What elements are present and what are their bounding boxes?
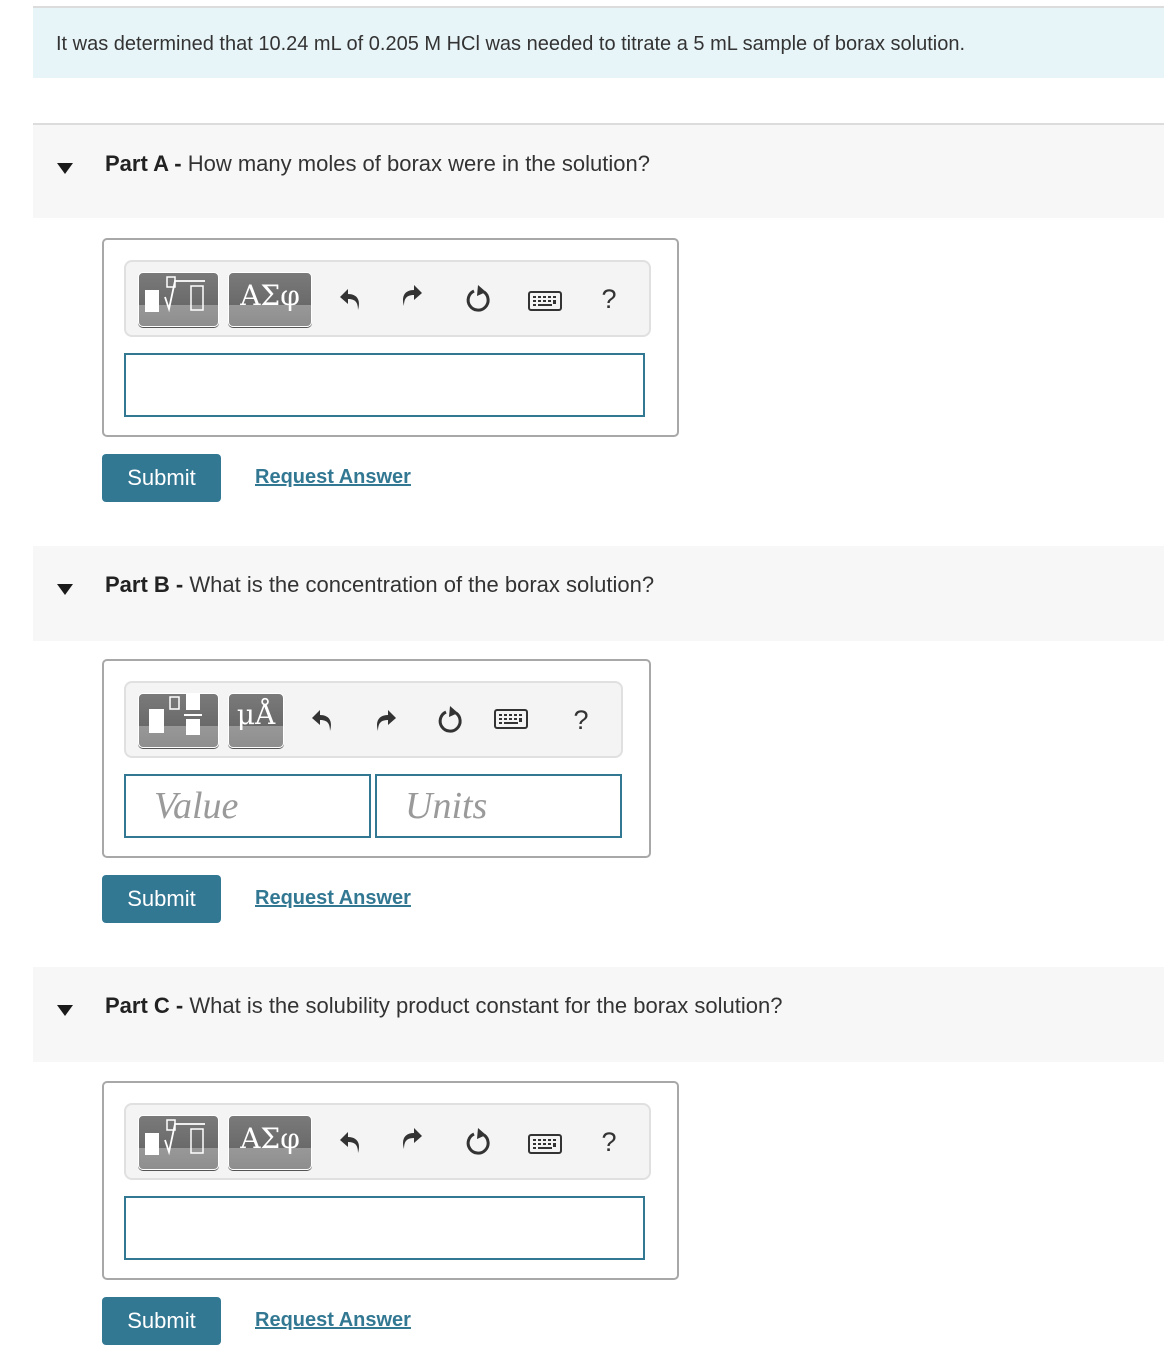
undo-button[interactable] [334,282,368,316]
greek-symbols-button[interactable]: ΑΣφ [228,1115,312,1170]
help-button[interactable]: ? [592,282,626,316]
redo-button[interactable] [368,703,402,737]
submit-button[interactable]: Submit [102,875,221,923]
redo-button[interactable] [394,1121,428,1155]
answer-input[interactable] [124,1196,645,1260]
math-toolbar: ΑΣφ ? [124,260,651,337]
reset-icon [466,1128,490,1155]
redo-icon [403,285,422,306]
undo-button[interactable] [334,1125,368,1159]
undo-icon [312,710,331,731]
part-question: How many moles of borax were in the solu… [181,151,650,176]
part-a-answer-box: ΑΣφ ? [102,238,679,437]
reset-button[interactable] [434,703,468,737]
keyboard-button[interactable] [528,1127,562,1161]
problem-statement: It was determined that 10.24 mL of 0.205… [33,6,1164,78]
greek-symbols-button[interactable]: ΑΣφ [228,272,312,327]
undo-button[interactable] [306,703,340,737]
part-b-header: Part B - What is the concentration of th… [33,546,1164,641]
reset-icon [466,285,490,312]
templates-icon [145,1119,205,1156]
part-label: Part B - [105,572,184,597]
reset-button[interactable] [462,282,496,316]
units-templates-icon [149,694,202,735]
answer-input[interactable] [124,353,645,417]
submit-button[interactable]: Submit [102,454,221,502]
redo-icon [403,1128,422,1149]
math-toolbar: μÅ ? [124,681,623,758]
units-placeholder: Units [405,785,488,827]
units-input[interactable]: Units [375,774,622,838]
undo-icon [340,1132,359,1153]
part-c-title: Part C - What is the solubility product … [105,993,782,1019]
redo-button[interactable] [394,278,428,312]
request-answer-link[interactable]: Request Answer [255,887,411,910]
greek-symbols-label: ΑΣφ [240,279,300,312]
help-button[interactable]: ? [564,703,598,737]
keyboard-icon [528,291,562,311]
part-a-header: Part A - How many moles of borax were in… [33,123,1164,218]
request-answer-link[interactable]: Request Answer [255,1309,411,1332]
reset-button[interactable] [462,1125,496,1159]
undo-icon [340,289,359,310]
units-symbols-label: μÅ [236,698,276,731]
units-symbols-button[interactable]: μÅ [228,693,284,748]
collapse-triangle-icon[interactable] [57,1005,73,1016]
templates-button[interactable] [138,1115,219,1170]
collapse-triangle-icon[interactable] [57,584,73,595]
part-b-answer-box: μÅ ? Value Units [102,659,651,858]
reset-icon [438,706,462,733]
part-c-answer-box: ΑΣφ ? [102,1081,679,1280]
keyboard-icon [494,709,528,729]
problem-text: It was determined that 10.24 mL of 0.205… [56,33,966,55]
templates-icon [145,276,205,313]
help-button[interactable]: ? [592,1125,626,1159]
keyboard-icon [528,1134,562,1154]
part-label: Part C - [105,993,184,1018]
templates-button[interactable] [138,693,219,748]
part-a-title: Part A - How many moles of borax were in… [105,151,650,177]
value-placeholder: Value [154,785,239,827]
value-input[interactable]: Value [124,774,371,838]
keyboard-button[interactable] [494,702,528,736]
part-b-title: Part B - What is the concentration of th… [105,572,654,598]
request-answer-link[interactable]: Request Answer [255,466,411,489]
part-c-header: Part C - What is the solubility product … [33,967,1164,1062]
part-question: What is the solubility product constant … [183,993,783,1018]
submit-button[interactable]: Submit [102,1297,221,1345]
math-toolbar: ΑΣφ ? [124,1103,651,1180]
keyboard-button[interactable] [528,284,562,318]
templates-button[interactable] [138,272,219,327]
part-question: What is the concentration of the borax s… [183,572,655,597]
greek-symbols-label: ΑΣφ [240,1122,300,1155]
redo-icon [377,710,396,731]
collapse-triangle-icon[interactable] [57,163,73,174]
part-label: Part A - [105,151,182,176]
